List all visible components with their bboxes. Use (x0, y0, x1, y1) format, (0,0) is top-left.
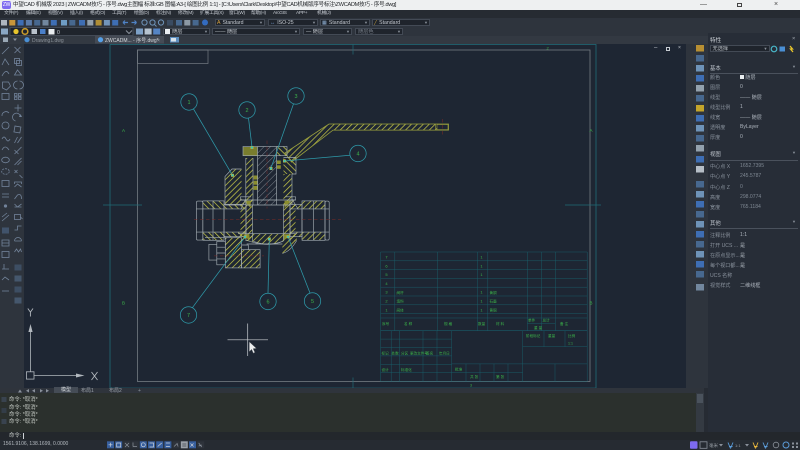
svg-text:批准: 批准 (455, 366, 463, 371)
svg-text:备 注: 备 注 (560, 320, 569, 325)
svg-text:共 张: 共 张 (470, 373, 479, 378)
svg-text:4: 4 (356, 151, 359, 157)
svg-text:3: 3 (470, 383, 472, 387)
svg-text:2: 2 (245, 108, 248, 114)
svg-text:处数: 处数 (391, 350, 399, 355)
svg-text:6: 6 (266, 299, 269, 305)
svg-text:1: 1 (480, 263, 483, 268)
svg-text:1:1: 1:1 (735, 443, 741, 448)
svg-text:阀杆: 阀杆 (396, 289, 404, 294)
svg-text:ZWCADM... - 序号.dwg*: ZWCADM... - 序号.dwg* (105, 37, 159, 44)
svg-text:3: 3 (385, 289, 388, 294)
svg-text:名 称: 名 称 (404, 320, 413, 325)
svg-text:总计: 总计 (542, 317, 550, 322)
svg-text:B: B (122, 300, 125, 305)
svg-text:填料: 填料 (396, 298, 404, 303)
svg-text:1: 1 (480, 307, 483, 312)
svg-text:A: A (122, 127, 125, 132)
svg-text:0: 0 (57, 30, 60, 36)
svg-text:毫米: 毫米 (709, 442, 718, 449)
svg-text:B: B (589, 300, 592, 305)
svg-text:黄铜: 黄铜 (489, 307, 497, 312)
svg-text:标记: 标记 (381, 350, 389, 355)
svg-text:2: 2 (546, 45, 549, 50)
svg-text:设计: 设计 (381, 366, 389, 371)
svg-text:3: 3 (294, 94, 297, 100)
svg-text:标准化: 标准化 (401, 366, 412, 371)
svg-text:6: 6 (385, 263, 388, 268)
svg-text:单件: 单件 (528, 317, 536, 322)
svg-text:5: 5 (311, 299, 314, 305)
svg-text:1: 1 (480, 254, 483, 259)
svg-text:1:1: 1:1 (568, 341, 573, 345)
svg-text:比例: 比例 (568, 332, 576, 337)
svg-text:1: 1 (480, 298, 483, 303)
svg-text:材 料: 材 料 (496, 320, 505, 325)
svg-text:阶段标记: 阶段标记 (526, 332, 541, 337)
svg-text:阀体: 阀体 (396, 307, 404, 312)
svg-text:规 格: 规 格 (444, 320, 453, 325)
svg-text:5: 5 (385, 272, 388, 277)
svg-text:1: 1 (385, 307, 388, 312)
svg-text:1: 1 (187, 100, 190, 106)
svg-text:数量: 数量 (478, 320, 486, 325)
svg-text:2: 2 (385, 298, 388, 303)
svg-text:签名: 签名 (426, 350, 434, 355)
svg-text:1: 1 (480, 289, 483, 294)
svg-text:7: 7 (187, 313, 190, 319)
svg-text:黄铜: 黄铜 (489, 289, 497, 294)
svg-text:序号: 序号 (382, 320, 390, 325)
svg-text:重量: 重量 (548, 332, 556, 337)
svg-text:第 张: 第 张 (496, 373, 505, 378)
svg-text:石墨: 石墨 (489, 298, 497, 303)
svg-text:4: 4 (385, 280, 388, 285)
svg-text:1: 1 (480, 272, 483, 277)
svg-text:7: 7 (385, 254, 388, 259)
svg-text:年月日: 年月日 (439, 350, 450, 355)
svg-text:重 量: 重 量 (534, 324, 543, 329)
svg-text:A: A (589, 127, 592, 132)
svg-text:分区: 分区 (401, 350, 409, 355)
